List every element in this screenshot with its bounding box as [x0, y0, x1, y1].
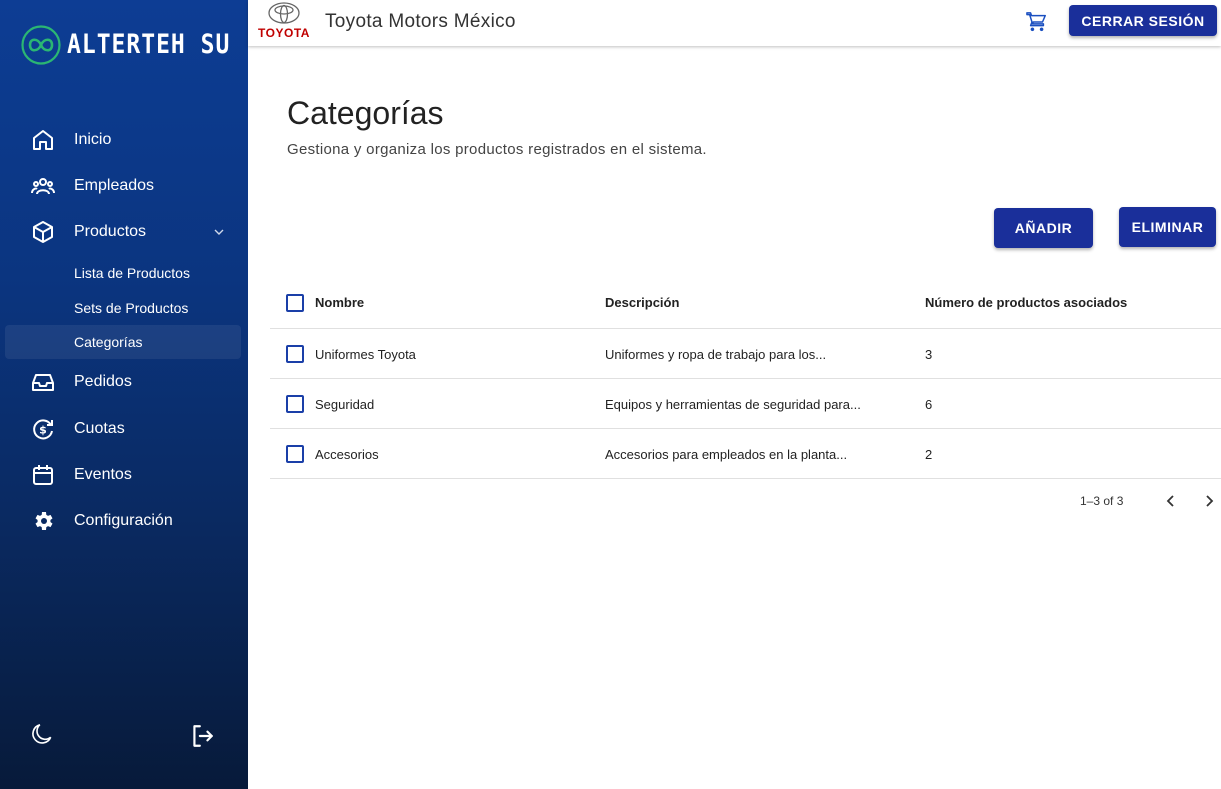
cell-description: Accesorios para empleados en la planta..…	[605, 447, 848, 462]
home-icon	[33, 130, 53, 150]
table-row[interactable]: Accesorios Accesorios para empleados en …	[270, 429, 1221, 479]
dollar-cycle-icon: $	[33, 419, 53, 440]
sidebar-item-configuracion[interactable]: Configuración	[0, 501, 248, 541]
categories-table: Nombre Descripción Número de productos a…	[270, 277, 1221, 479]
sidebar-subitem-label: Lista de Productos	[74, 265, 190, 281]
table-header-row: Nombre Descripción Número de productos a…	[270, 277, 1221, 329]
prev-page-icon[interactable]	[1162, 492, 1180, 510]
sidebar-subitem-label: Categorías	[74, 334, 143, 350]
sidebar-subitem-sets-productos[interactable]: Sets de Productos	[5, 291, 241, 325]
sidebar-item-label: Eventos	[74, 466, 132, 483]
cell-description: Uniformes y ropa de trabajo para los...	[605, 347, 827, 362]
logout-button[interactable]: CERRAR SESIÓN	[1069, 5, 1217, 36]
toyota-wordmark: TOYOTA	[258, 26, 310, 40]
add-button[interactable]: AÑADIR	[994, 208, 1093, 248]
box-icon	[33, 221, 53, 243]
row-checkbox[interactable]	[286, 345, 304, 363]
inbox-icon	[32, 374, 54, 391]
cell-description: Equipos y herramientas de seguridad para…	[605, 397, 861, 412]
sidebar-item-eventos[interactable]: Eventos	[0, 455, 248, 495]
sidebar-subitem-categorias[interactable]: Categorías	[5, 325, 241, 359]
gear-icon	[35, 512, 53, 530]
cell-count: 3	[925, 347, 933, 362]
pagination-info: 1–3 of 3	[1080, 494, 1124, 508]
top-bar: TOYOTA Toyota Motors México CERRAR SESIÓ…	[248, 0, 1221, 46]
sidebar-item-label: Cuotas	[74, 420, 125, 437]
cart-icon[interactable]	[1026, 11, 1048, 33]
cell-count: 2	[925, 447, 933, 462]
company-name: Toyota Motors México	[325, 11, 516, 32]
calendar-icon	[33, 465, 53, 485]
sidebar-item-empleados[interactable]: Empleados	[0, 166, 248, 206]
logout-icon[interactable]	[189, 723, 215, 749]
brand-name: ALTERTEH SU	[67, 30, 231, 60]
sidebar-item-label: Configuración	[74, 512, 173, 529]
chevron-down-icon[interactable]	[211, 224, 227, 240]
page-subtitle: Gestiona y organiza los productos regist…	[287, 141, 707, 158]
toyota-logo: TOYOTA	[256, 2, 312, 40]
column-header-numero-productos[interactable]: Número de productos asociados	[925, 295, 1127, 310]
toyota-emblem-icon	[268, 2, 300, 24]
sidebar: ALTERTEH SU Inicio Empleados Productos L…	[0, 0, 248, 789]
column-header-descripcion[interactable]: Descripción	[605, 295, 679, 310]
page-title: Categorías	[287, 95, 444, 131]
cell-count: 6	[925, 397, 933, 412]
sidebar-item-inicio[interactable]: Inicio	[0, 120, 248, 160]
next-page-icon[interactable]	[1200, 492, 1218, 510]
sidebar-subitem-label: Sets de Productos	[74, 300, 189, 316]
sidebar-item-productos[interactable]: Productos	[0, 212, 248, 252]
cell-name: Accesorios	[315, 447, 379, 462]
sidebar-item-pedidos[interactable]: Pedidos	[0, 362, 248, 402]
sidebar-item-label: Productos	[74, 223, 147, 240]
infinity-logo-icon	[21, 25, 61, 65]
row-checkbox[interactable]	[286, 445, 304, 463]
users-icon	[31, 178, 55, 195]
cell-name: Uniformes Toyota	[315, 347, 416, 362]
sidebar-item-label: Empleados	[74, 177, 155, 194]
table-row[interactable]: Seguridad Equipos y herramientas de segu…	[270, 379, 1221, 429]
brand-logo[interactable]: ALTERTEH SU	[21, 25, 230, 65]
sidebar-item-cuotas[interactable]: $ Cuotas	[0, 409, 248, 449]
sidebar-item-label: Pedidos	[74, 373, 132, 390]
table-row[interactable]: Uniformes Toyota Uniformes y ropa de tra…	[270, 329, 1221, 379]
select-all-checkbox[interactable]	[286, 294, 304, 312]
sidebar-subitem-lista-productos[interactable]: Lista de Productos	[5, 256, 241, 290]
column-header-nombre[interactable]: Nombre	[315, 295, 364, 310]
moon-icon[interactable]	[29, 721, 55, 747]
delete-button[interactable]: ELIMINAR	[1119, 207, 1216, 247]
svg-text:$: $	[39, 424, 47, 437]
cell-name: Seguridad	[315, 397, 375, 412]
row-checkbox[interactable]	[286, 395, 304, 413]
sidebar-item-label: Inicio	[74, 131, 112, 148]
